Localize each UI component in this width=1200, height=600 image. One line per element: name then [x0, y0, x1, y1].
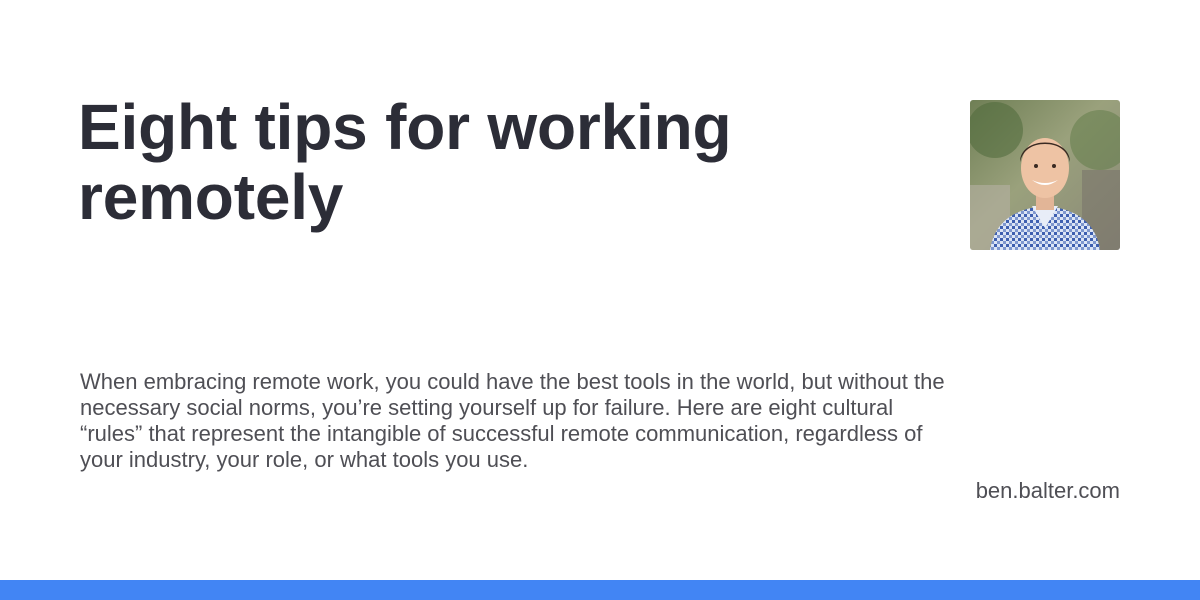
- post-description: When embracing remote work, you could ha…: [80, 369, 945, 472]
- author-avatar: [970, 100, 1120, 250]
- accent-bar: [0, 580, 1200, 600]
- page-title: Eight tips for working remotely: [78, 91, 732, 233]
- site-url[interactable]: ben.balter.com: [976, 478, 1120, 504]
